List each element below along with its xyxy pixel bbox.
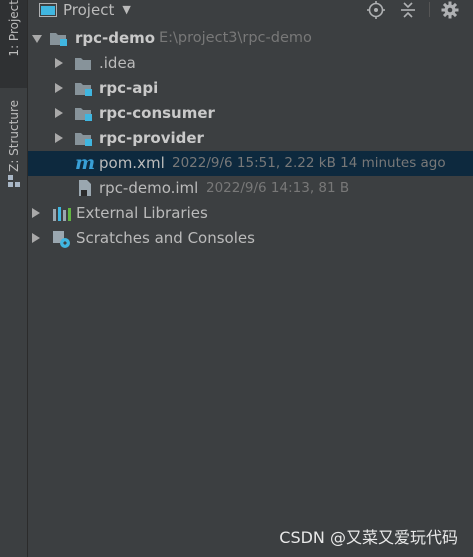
expand-chevron-right-icon[interactable] [55,83,63,93]
root-name: rpc-demo [75,29,156,47]
structure-icon [7,174,20,187]
file-meta: 2022/9/6 15:51, 2.22 kB 14 minutes ago [172,155,446,171]
gear-icon[interactable] [440,0,460,19]
folder-name: .idea [99,54,136,72]
tree-row-root[interactable]: rpc-demo E:\project3\rpc-demo [28,26,473,51]
module-name: rpc-provider [99,129,204,147]
module-name: rpc-consumer [99,104,215,122]
tree-row-rpc-provider[interactable]: rpc-provider [28,126,473,151]
tree-row-rpc-consumer[interactable]: rpc-consumer [28,101,473,126]
expand-chevron-right-icon[interactable] [55,58,63,68]
view-dropdown-chevron-down-icon[interactable]: ▼ [122,3,130,16]
root-path: E:\project3\rpc-demo [159,30,312,46]
expand-chevron-right-icon[interactable] [55,108,63,118]
file-name: pom.xml [99,154,165,172]
tree-row-rpc-api[interactable]: rpc-api [28,76,473,101]
tab-structure-label: Z: Structure [6,100,21,172]
library-icon [53,207,71,221]
tab-project-label: 1: Project [6,0,21,57]
tab-structure[interactable]: Z: Structure [0,100,27,204]
tree-row-idea[interactable]: .idea [28,51,473,76]
file-name: rpc-demo.iml [99,179,199,197]
tree-row-pom-xml[interactable]: m pom.xml 2022/9/6 15:51, 2.22 kB 14 min… [28,151,473,176]
expand-chevron-down-icon[interactable] [32,35,42,43]
expand-chevron-right-icon[interactable] [32,208,40,218]
expand-chevron-right-icon[interactable] [32,233,40,243]
module-folder-icon [50,33,67,46]
tree-row-rpc-demo-iml[interactable]: rpc-demo.iml 2022/9/6 14:13, 81 B [28,176,473,201]
iml-file-icon [79,180,91,196]
expand-chevron-right-icon[interactable] [55,133,63,143]
watermark: CSDN @又菜又爱玩代码 [279,528,458,547]
tab-project[interactable]: 1: Project [0,0,27,88]
module-folder-icon [75,133,92,146]
header-divider [429,2,430,17]
project-view-icon [39,2,57,17]
module-folder-icon [75,83,92,96]
module-name: rpc-api [99,79,159,97]
locate-crosshair-icon[interactable] [366,0,386,19]
file-meta: 2022/9/6 14:13, 81 B [206,180,350,196]
scratches-label: Scratches and Consoles [76,229,255,247]
module-folder-icon [75,108,92,121]
tree-row-scratches[interactable]: Scratches and Consoles [28,226,473,251]
project-view-title[interactable]: Project [63,1,114,19]
tree-row-external-libraries[interactable]: External Libraries [28,201,473,226]
external-libraries-label: External Libraries [76,204,208,222]
scratches-icon [53,231,70,248]
maven-icon: m [75,152,96,174]
folder-icon [75,58,91,70]
tool-window-strip: 1: Project Z: Structure [0,0,28,557]
collapse-all-icon[interactable] [398,0,418,19]
